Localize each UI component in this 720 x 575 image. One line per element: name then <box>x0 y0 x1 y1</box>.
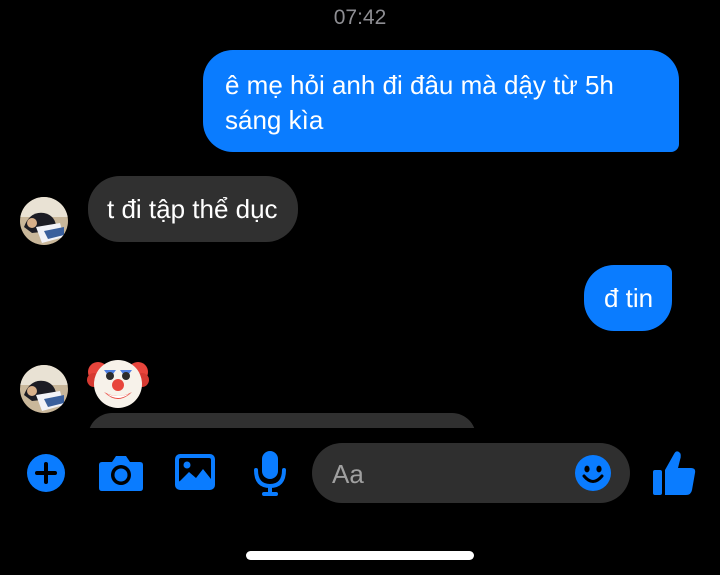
thumbs-up-icon <box>653 451 696 495</box>
microphone-button[interactable] <box>252 450 288 496</box>
contact-avatar[interactable] <box>20 197 68 245</box>
incoming-message[interactable]: t đi tập thể dục <box>88 176 298 242</box>
contact-avatar[interactable] <box>20 365 68 413</box>
avatar-image <box>20 365 68 413</box>
microphone-icon <box>254 451 286 496</box>
outgoing-message[interactable]: ê mẹ hỏi anh đi đâu mà dậy từ 5h sáng kì… <box>203 50 679 152</box>
emoji-button[interactable] <box>575 455 611 491</box>
thumbs-up-button[interactable] <box>652 450 696 496</box>
plus-button[interactable] <box>26 453 66 493</box>
gallery-button[interactable] <box>174 453 216 491</box>
avatar-image <box>20 197 68 245</box>
emoji-icon <box>575 455 611 491</box>
plus-icon <box>27 454 65 492</box>
message-timestamp: 07:42 <box>333 6 387 29</box>
camera-button[interactable] <box>98 454 144 492</box>
message-input-placeholder: Aa <box>332 459 364 489</box>
home-indicator[interactable] <box>246 551 474 560</box>
clown-face-icon <box>87 360 149 408</box>
camera-icon <box>99 456 143 491</box>
clown-face-emoji-message[interactable] <box>86 350 150 414</box>
outgoing-message[interactable]: đ tin <box>584 265 673 331</box>
gallery-icon <box>175 454 215 490</box>
message-input[interactable]: Aa <box>312 443 630 503</box>
